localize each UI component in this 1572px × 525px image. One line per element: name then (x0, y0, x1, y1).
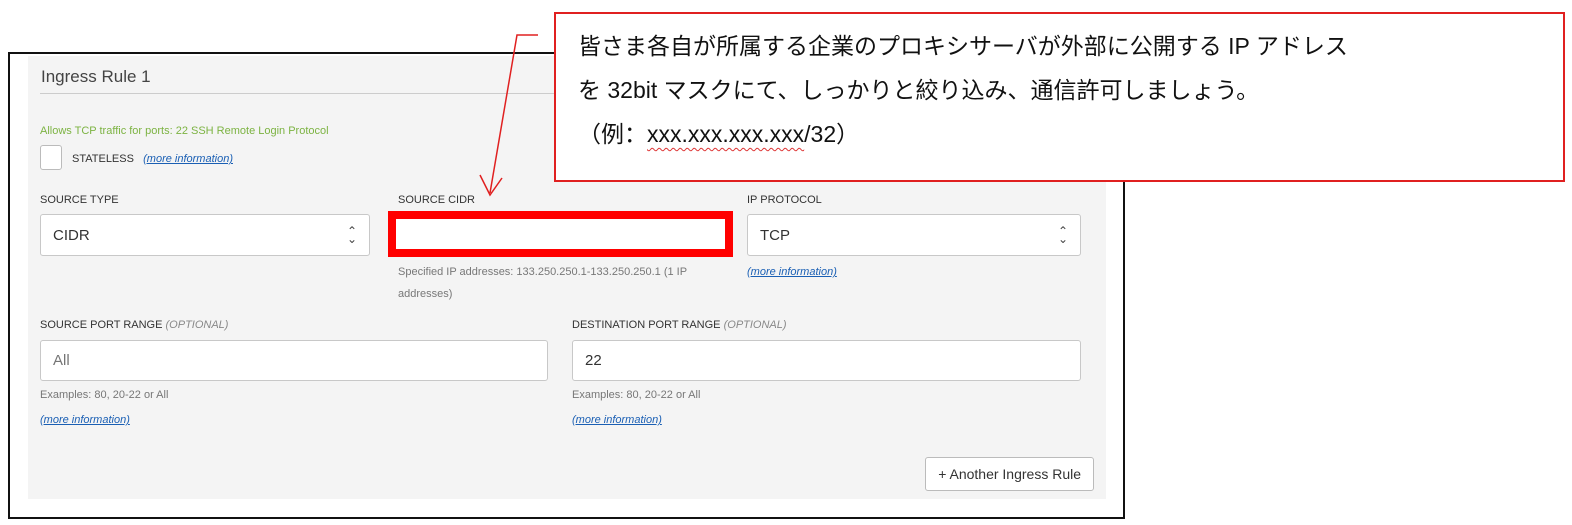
callout-line-2: を 32bit マスクにて、しっかりと絞り込み、通信許可しましょう。 (578, 77, 1260, 103)
callout-line-1: 皆さま各自が所属する企業のプロキシサーバが外部に公開する IP アドレス (578, 33, 1348, 59)
annotation-callout: 皆さま各自が所属する企業のプロキシサーバが外部に公開する IP アドレス を 3… (554, 12, 1565, 182)
callout-line-3: （例：xxx.xxx.xxx.xxx/32） (578, 121, 860, 147)
